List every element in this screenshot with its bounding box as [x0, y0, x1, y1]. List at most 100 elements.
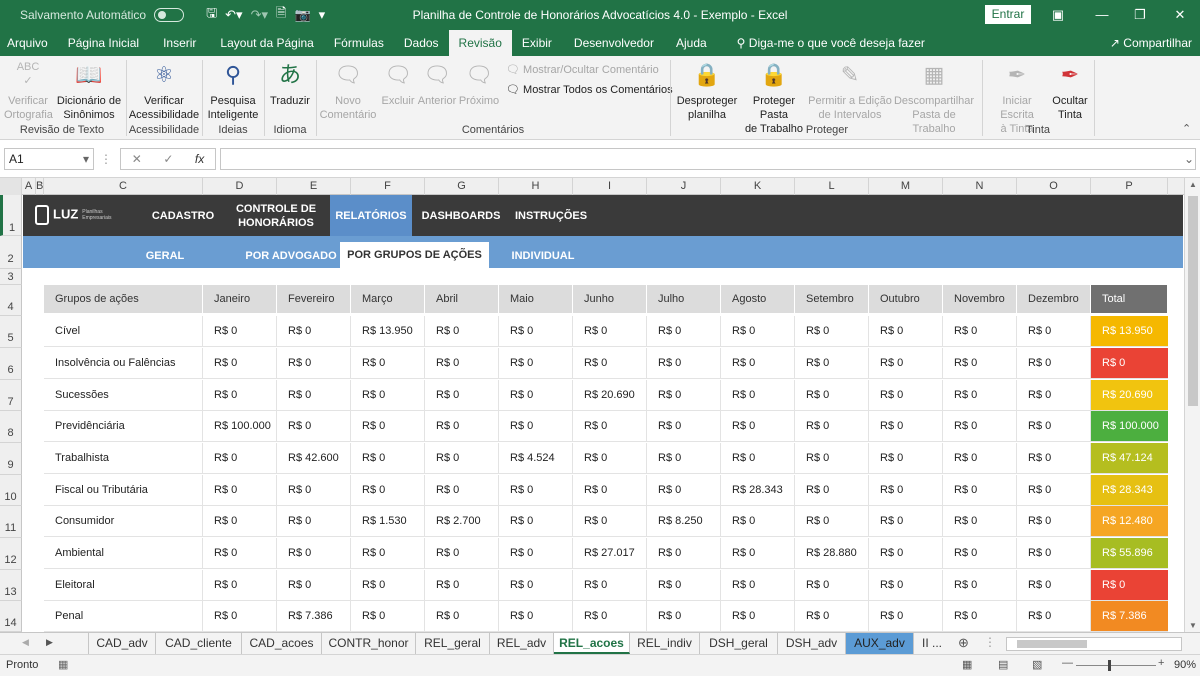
month-value-cell[interactable]: R$ 0: [499, 475, 573, 506]
month-value-cell[interactable]: R$ 0: [647, 380, 721, 411]
normal-view-icon[interactable]: ▦: [962, 658, 972, 671]
month-value-cell[interactable]: R$ 0: [425, 380, 499, 411]
month-value-cell[interactable]: R$ 0: [647, 538, 721, 569]
month-value-cell[interactable]: R$ 0: [351, 538, 425, 569]
select-all-corner[interactable]: [0, 178, 22, 195]
group-name-cell[interactable]: Ambiental: [44, 538, 203, 569]
group-name-cell[interactable]: Cível: [44, 316, 203, 347]
macro-record-icon[interactable]: ▦: [58, 658, 68, 671]
subtab-geral[interactable]: GERAL: [119, 244, 211, 268]
month-value-cell[interactable]: R$ 0: [869, 380, 943, 411]
month-value-cell[interactable]: R$ 0: [647, 348, 721, 379]
scroll-down-icon[interactable]: ▼: [1189, 621, 1197, 630]
month-value-cell[interactable]: R$ 0: [499, 316, 573, 347]
subtab-individual[interactable]: INDIVIDUAL: [493, 244, 593, 268]
month-value-cell[interactable]: R$ 0: [573, 570, 647, 601]
camera-icon[interactable]: 📷: [294, 7, 310, 23]
delete-comment-button[interactable]: 🗨 Excluir: [378, 60, 418, 108]
month-value-cell[interactable]: R$ 0: [943, 348, 1017, 379]
month-value-cell[interactable]: R$ 0: [869, 475, 943, 506]
horizontal-scrollbar[interactable]: [1006, 637, 1182, 651]
tab-exibir[interactable]: Exibir: [512, 30, 562, 56]
month-value-cell[interactable]: R$ 0: [351, 570, 425, 601]
row-header[interactable]: 14: [0, 601, 22, 632]
collapse-ribbon-icon[interactable]: ⌃: [1182, 122, 1191, 135]
column-header[interactable]: F: [351, 178, 425, 195]
month-value-cell[interactable]: R$ 0: [203, 506, 277, 537]
row-header[interactable]: 8: [0, 411, 22, 443]
undo-icon[interactable]: ↶▾: [225, 7, 242, 23]
name-box[interactable]: A1 ▾: [4, 148, 94, 170]
scroll-thumb[interactable]: [1188, 196, 1198, 406]
month-value-cell[interactable]: R$ 0: [351, 411, 425, 442]
month-value-cell[interactable]: R$ 0: [277, 475, 351, 506]
customize-qat-icon[interactable]: ▾: [319, 7, 326, 23]
month-value-cell[interactable]: R$ 0: [1017, 570, 1091, 601]
sheet-tab[interactable]: REL_adv: [490, 633, 554, 654]
zoom-slider-thumb[interactable]: [1108, 660, 1111, 671]
month-value-cell[interactable]: R$ 0: [795, 348, 869, 379]
zoom-out-icon[interactable]: —: [1062, 657, 1073, 669]
sheet-tab[interactable]: AUX_adv: [846, 633, 914, 654]
row-header[interactable]: 11: [0, 506, 22, 538]
month-value-cell[interactable]: R$ 0: [795, 316, 869, 347]
unprotect-sheet-button[interactable]: 🔒 Desproteger planilha: [674, 60, 740, 122]
month-value-cell[interactable]: R$ 0: [943, 570, 1017, 601]
page-break-icon[interactable]: ▧: [1032, 658, 1042, 671]
allow-edit-ranges-button[interactable]: ✎ Permitir a Edição de Intervalos: [808, 60, 892, 122]
month-value-cell[interactable]: R$ 0: [721, 601, 795, 632]
sheet-tab[interactable]: DSH_adv: [778, 633, 846, 654]
month-value-cell[interactable]: R$ 13.950: [351, 316, 425, 347]
group-name-cell[interactable]: Consumidor: [44, 506, 203, 537]
column-header[interactable]: M: [869, 178, 943, 195]
month-value-cell[interactable]: R$ 0: [943, 411, 1017, 442]
month-value-cell[interactable]: R$ 2.700: [425, 506, 499, 537]
month-value-cell[interactable]: R$ 28.343: [721, 475, 795, 506]
tab-dados[interactable]: Dados: [394, 30, 449, 56]
sheet-tab[interactable]: REL_geral: [416, 633, 490, 654]
column-header[interactable]: D: [203, 178, 277, 195]
zoom-slider[interactable]: [1076, 665, 1156, 666]
month-value-cell[interactable]: R$ 0: [573, 475, 647, 506]
tab-formulas[interactable]: Fórmulas: [324, 30, 394, 56]
month-value-cell[interactable]: R$ 0: [277, 538, 351, 569]
ribbon-display-icon[interactable]: ▣: [1040, 0, 1076, 30]
sheet-tab[interactable]: CONTR_honor: [322, 633, 416, 654]
month-value-cell[interactable]: R$ 0: [721, 316, 795, 347]
hide-ink-button[interactable]: ✒ Ocultar Tinta: [1048, 60, 1092, 122]
scroll-up-icon[interactable]: ▲: [1189, 180, 1197, 189]
column-header[interactable]: A: [22, 178, 36, 195]
month-value-cell[interactable]: R$ 0: [425, 570, 499, 601]
accessibility-button[interactable]: ⚛ Verificar Acessibilidade: [128, 60, 200, 122]
tab-scroll-right-icon[interactable]: ▶: [46, 637, 53, 648]
month-value-cell[interactable]: R$ 0: [943, 443, 1017, 474]
row-header[interactable]: 4: [0, 285, 22, 316]
month-value-cell[interactable]: R$ 0: [425, 411, 499, 442]
month-value-cell[interactable]: R$ 27.017: [573, 538, 647, 569]
month-value-cell[interactable]: R$ 0: [795, 570, 869, 601]
group-name-cell[interactable]: Insolvência ou Falências: [44, 348, 203, 379]
group-name-cell[interactable]: Penal: [44, 601, 203, 632]
row-header[interactable]: 13: [0, 570, 22, 601]
sign-in-button[interactable]: Entrar: [985, 5, 1031, 24]
month-value-cell[interactable]: R$ 0: [1017, 475, 1091, 506]
column-header[interactable]: E: [277, 178, 351, 195]
translate-button[interactable]: あ Traduzir: [266, 60, 314, 108]
row-header[interactable]: 9: [0, 443, 22, 475]
tab-desenvolvedor[interactable]: Desenvolvedor: [562, 30, 666, 56]
month-value-cell[interactable]: R$ 0: [425, 475, 499, 506]
expand-formula-icon[interactable]: ⌄: [1184, 152, 1194, 166]
cancel-icon[interactable]: ✕: [132, 152, 142, 166]
print-preview-icon[interactable]: 🗎: [276, 4, 286, 26]
month-value-cell[interactable]: R$ 0: [1017, 601, 1091, 632]
month-value-cell[interactable]: R$ 0: [869, 601, 943, 632]
thesaurus-button[interactable]: 📖 Dicionário de Sinônimos: [54, 60, 124, 122]
zoom-level[interactable]: 90%: [1174, 659, 1196, 671]
month-value-cell[interactable]: R$ 0: [869, 506, 943, 537]
month-value-cell[interactable]: R$ 0: [869, 538, 943, 569]
group-name-cell[interactable]: Eleitoral: [44, 570, 203, 601]
save-icon[interactable]: 🖫: [206, 4, 217, 26]
month-value-cell[interactable]: R$ 0: [647, 570, 721, 601]
month-value-cell[interactable]: R$ 0: [943, 538, 1017, 569]
month-value-cell[interactable]: R$ 0: [1017, 443, 1091, 474]
